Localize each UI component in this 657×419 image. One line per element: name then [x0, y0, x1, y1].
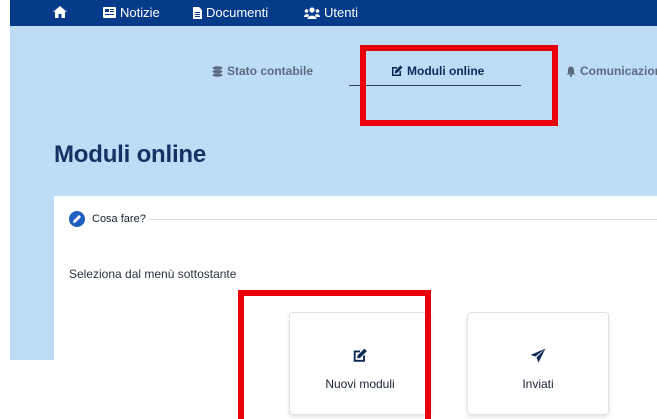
users-icon [304, 6, 320, 19]
home-icon[interactable] [53, 6, 67, 18]
newspaper-icon [103, 7, 116, 18]
section-legend: Cosa fare? [69, 211, 146, 227]
highlight-box-tab [360, 45, 558, 126]
file-icon [193, 6, 202, 19]
tab-label: Stato contabile [227, 64, 314, 78]
nav-item-label: Utenti [324, 5, 358, 20]
tile-label: Inviati [522, 377, 554, 391]
section-legend-label: Cosa fare? [92, 213, 146, 225]
pencil-icon [69, 211, 85, 227]
tab-label: Comunicazioni [580, 64, 657, 78]
highlight-box-tile [238, 290, 431, 419]
nav-item-notizie[interactable]: Notizie [103, 5, 160, 20]
top-navbar: Notizie Documenti Utenti [10, 0, 657, 26]
tab-stato-contabile[interactable]: Stato contabile [212, 64, 313, 78]
send-icon [530, 348, 546, 363]
nav-item-documenti[interactable]: Documenti [193, 5, 268, 20]
section-divider [148, 219, 657, 220]
page: Notizie Documenti Utenti Stato contabile… [0, 0, 657, 419]
nav-item-label: Documenti [206, 5, 269, 20]
tile-inviati[interactable]: Inviati [467, 312, 609, 415]
bell-icon [566, 66, 576, 77]
tab-comunicazioni[interactable]: Comunicazioni [566, 64, 657, 78]
nav-item-utenti[interactable]: Utenti [304, 5, 358, 20]
page-title: Moduli online [54, 141, 207, 168]
nav-item-label: Notizie [120, 5, 160, 20]
instructions-text: Seleziona dal menù sottostante [69, 267, 237, 281]
coins-icon [212, 65, 223, 77]
